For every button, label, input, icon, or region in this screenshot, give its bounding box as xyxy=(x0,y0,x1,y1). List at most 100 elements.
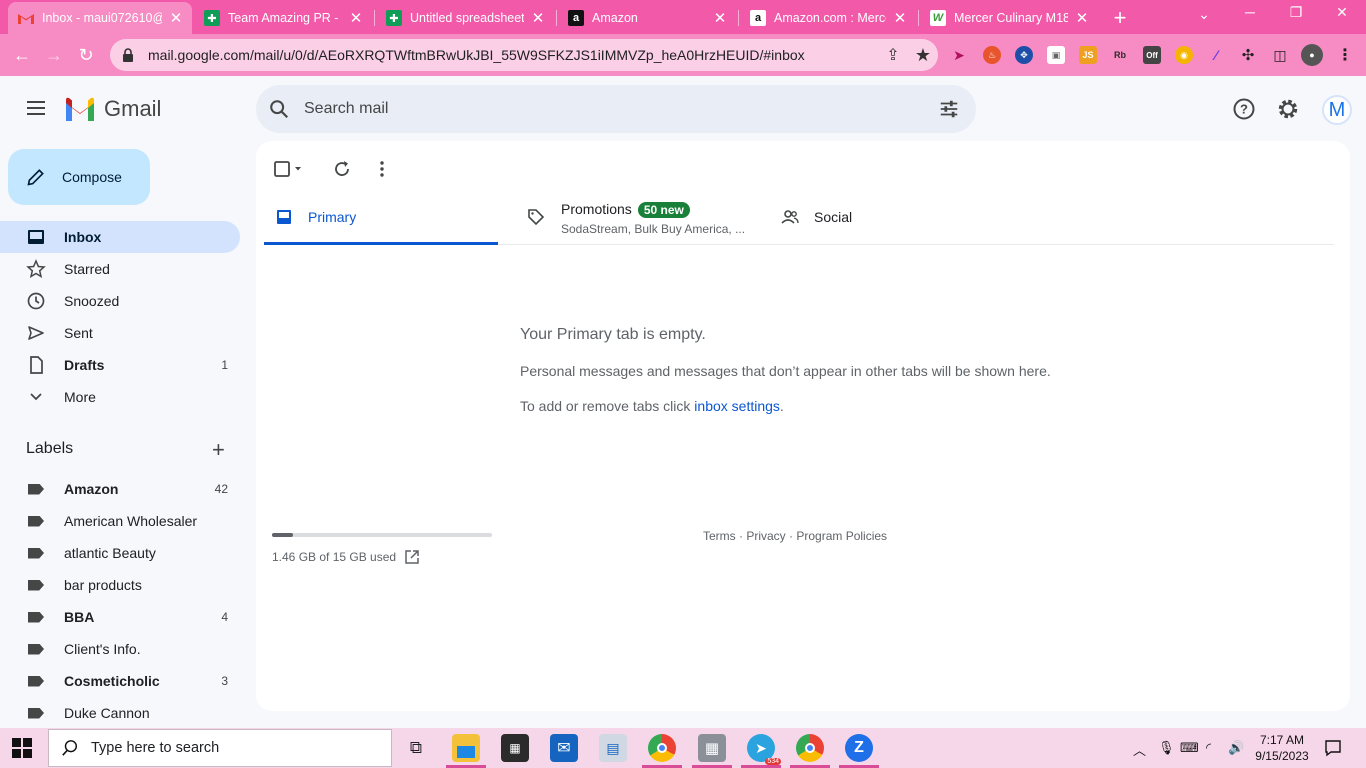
program-policies-link[interactable]: Program Policies xyxy=(796,529,887,543)
windows-taskbar: Type here to search ⧉ ▦ ✉ ▤ ▦ ➤ 534 Z ︿ 🎙… xyxy=(0,728,1366,768)
help-icon[interactable]: ? xyxy=(1232,97,1256,121)
back-icon[interactable]: ← xyxy=(10,43,34,67)
close-icon[interactable]: ✕ xyxy=(892,9,908,27)
search-input[interactable]: Search mail xyxy=(304,100,938,118)
tab-social[interactable]: Social xyxy=(770,189,1004,245)
more-vertical-icon[interactable] xyxy=(372,159,392,179)
sidebar-item-drafts[interactable]: Drafts 1 xyxy=(0,349,240,381)
sidebar-item-inbox[interactable]: Inbox xyxy=(0,221,240,253)
chrome-icon[interactable] xyxy=(648,734,676,762)
search-bar[interactable]: Search mail xyxy=(256,85,976,133)
add-label-icon[interactable]: + xyxy=(212,439,225,461)
extension-rb-icon[interactable]: Rb xyxy=(1111,46,1129,64)
label-item-cosmeticholic[interactable]: Cosmeticholic 3 xyxy=(0,665,240,697)
tab-search-icon[interactable]: ⌄ xyxy=(1192,6,1216,23)
task-view-icon[interactable]: ⧉ xyxy=(402,734,430,762)
address-bar[interactable]: mail.google.com/mail/u/0/d/AEoRXRQTWftmB… xyxy=(110,39,938,71)
search-options-icon[interactable] xyxy=(938,98,960,120)
mail-icon[interactable]: ✉ xyxy=(550,734,578,762)
terms-link[interactable]: Terms xyxy=(703,529,736,543)
forward-icon[interactable]: → xyxy=(42,43,66,67)
draft-file-icon xyxy=(30,356,43,374)
reload-icon[interactable]: ↻ xyxy=(74,43,98,67)
browser-menu-icon[interactable]: ⋮ xyxy=(1336,46,1354,64)
select-all-checkbox[interactable] xyxy=(273,159,303,179)
restore-icon[interactable]: ❐ xyxy=(1284,4,1308,21)
microphone-icon[interactable]: 🎙 xyxy=(1158,740,1175,756)
footer-links: Terms · Privacy · Program Policies xyxy=(703,529,887,543)
volume-icon[interactable]: 🔊 xyxy=(1228,740,1244,756)
privacy-link[interactable]: Privacy xyxy=(746,529,785,543)
zoom-icon[interactable]: Z xyxy=(845,734,873,762)
clock-time: 7:17 AM xyxy=(1259,733,1305,747)
settings-gear-icon[interactable] xyxy=(1276,97,1300,121)
side-panel-icon[interactable]: ◫ xyxy=(1271,46,1289,64)
calculator-icon[interactable]: ▦ xyxy=(698,734,726,762)
label-item-bba[interactable]: BBA 4 xyxy=(0,601,240,633)
taskbar-search[interactable]: Type here to search xyxy=(48,729,392,767)
wifi-icon[interactable]: ◜ xyxy=(1206,740,1211,756)
file-explorer-icon[interactable] xyxy=(452,734,480,762)
minimize-icon[interactable]: ─ xyxy=(1238,4,1262,20)
telegram-icon[interactable]: ➤ 534 xyxy=(747,734,781,765)
remote-desktop-icon[interactable]: ▤ xyxy=(599,734,627,762)
search-icon[interactable] xyxy=(268,98,290,120)
tray-chevron-up-icon[interactable]: ︿ xyxy=(1133,740,1146,759)
system-clock[interactable]: 7:17 AM 9/15/2023 xyxy=(1252,732,1312,764)
close-icon[interactable]: ✕ xyxy=(348,9,364,27)
tag-icon xyxy=(528,209,545,226)
windows-start-icon[interactable] xyxy=(12,738,32,758)
extension-fire-icon[interactable]: ♨ xyxy=(983,46,1001,64)
extension-chrome-icon[interactable]: ◉ xyxy=(1175,46,1193,64)
label-item-bar-products[interactable]: bar products xyxy=(0,569,240,601)
compose-button[interactable]: Compose xyxy=(8,149,150,205)
share-icon[interactable]: ⇪ xyxy=(878,45,908,65)
profile-avatar-icon[interactable]: ● xyxy=(1301,44,1323,66)
label-item-american-wholesaler[interactable]: American Wholesaler xyxy=(0,505,240,537)
notifications-icon[interactable] xyxy=(1324,739,1342,757)
tab-promotions[interactable]: Promotions 50 new SodaStream, Bulk Buy Am… xyxy=(516,189,776,245)
label-item-duke-cannon[interactable]: Duke Cannon xyxy=(0,697,240,729)
extension-image-icon[interactable]: ▣ xyxy=(1047,46,1065,64)
window-close-icon[interactable]: ✕ xyxy=(1330,4,1354,21)
close-icon[interactable]: ✕ xyxy=(1074,9,1090,27)
taskbar-search-input[interactable]: Type here to search xyxy=(91,740,219,756)
bookmark-star-icon[interactable]: ★ xyxy=(908,45,938,66)
label-item-clients-info[interactable]: Client's Info. xyxy=(0,633,240,665)
input-method-icon[interactable]: ⌨ xyxy=(1180,740,1199,756)
open-external-icon[interactable] xyxy=(404,549,420,565)
label-item-amazon[interactable]: Amazon 42 xyxy=(0,473,240,505)
browser-tab-inbox[interactable]: Inbox - maui072610@ ✕ xyxy=(8,2,192,34)
extension-js-icon[interactable]: JS xyxy=(1079,46,1097,64)
browser-tab-amazon-mercer[interactable]: a Amazon.com : Mercer ✕ xyxy=(740,4,916,32)
extension-gamepad-icon[interactable]: ✥ xyxy=(1015,46,1033,64)
refresh-icon[interactable] xyxy=(332,159,352,179)
extension-arrow-icon[interactable]: ➤ xyxy=(950,46,968,64)
extension-off-icon[interactable]: Off xyxy=(1143,46,1161,64)
sidebar-item-snoozed[interactable]: Snoozed xyxy=(0,285,240,317)
sidebar-item-more[interactable]: More xyxy=(0,381,240,413)
browser-tab-untitled-spreadsheet[interactable]: ✚ Untitled spreadsheet - ✕ xyxy=(376,4,554,32)
sidebar-item-sent[interactable]: Sent xyxy=(0,317,240,349)
close-icon[interactable]: ✕ xyxy=(168,9,184,27)
microsoft-store-icon[interactable]: ▦ xyxy=(501,734,529,762)
extensions-puzzle-icon[interactable]: ✣ xyxy=(1239,46,1257,64)
sidebar-item-label: Snoozed xyxy=(64,293,120,309)
extension-pen-icon[interactable]: ⁄ xyxy=(1207,46,1225,64)
browser-tab-team-amazing[interactable]: ✚ Team Amazing PR - G ✕ xyxy=(194,4,372,32)
chrome-profile-icon[interactable] xyxy=(796,734,824,762)
sidebar-item-starred[interactable]: Starred xyxy=(0,253,240,285)
close-icon[interactable]: ✕ xyxy=(530,9,546,27)
url-text[interactable]: mail.google.com/mail/u/0/d/AEoRXRQTWftmB… xyxy=(148,47,878,63)
new-tab-button[interactable]: + xyxy=(1108,5,1132,31)
label-count: 3 xyxy=(221,674,228,688)
browser-tab-amazon[interactable]: a Amazon ✕ xyxy=(558,4,736,32)
browser-tab-mercer-culinary[interactable]: W Mercer Culinary M187 ✕ xyxy=(920,4,1098,32)
account-avatar[interactable]: M xyxy=(1322,95,1352,125)
label-item-atlantic-beauty[interactable]: atlantic Beauty xyxy=(0,537,240,569)
gmail-logo[interactable]: Gmail xyxy=(64,96,161,122)
tab-primary[interactable]: Primary xyxy=(264,189,498,245)
close-icon[interactable]: ✕ xyxy=(712,9,728,27)
main-menu-icon[interactable] xyxy=(24,97,48,121)
inbox-settings-link[interactable]: inbox settings xyxy=(694,398,780,414)
